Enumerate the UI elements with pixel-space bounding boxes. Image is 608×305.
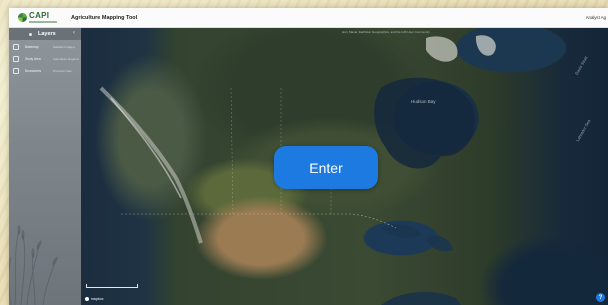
- layer-name: Boundaries: [25, 69, 42, 73]
- layer-name: Basemap: [25, 45, 39, 49]
- wheat-grass-decoration: [9, 225, 58, 305]
- map-scale-bar: [86, 284, 138, 288]
- layers-title: Layers: [38, 31, 56, 37]
- app-window: CAPI Agriculture Mapping Tool Analyst Ag…: [9, 8, 608, 305]
- top-bar: CAPI Agriculture Mapping Tool Analyst Ag: [9, 8, 608, 28]
- mapbox-logo-text: mapbox: [91, 297, 104, 301]
- user-name[interactable]: Analyst Ag: [586, 15, 606, 20]
- map-attribution: Esri, Maxar, Earthstar Geographics, and …: [342, 30, 430, 34]
- layers-panel-header: Layers ‹: [9, 28, 81, 40]
- layer-source: Satellite Imagery: [53, 45, 76, 49]
- logo-text: CAPI: [29, 11, 50, 20]
- layer-item-basemap[interactable]: Basemap Satellite Imagery: [9, 42, 81, 52]
- capi-logo[interactable]: CAPI: [18, 8, 57, 27]
- enter-button[interactable]: Enter: [274, 146, 378, 189]
- app-title: Agriculture Mapping Tool: [71, 14, 138, 21]
- satellite-map[interactable]: Esri, Maxar, Earthstar Geographics, and …: [81, 28, 608, 305]
- layer-item-study-area[interactable]: Study Area Agriculture Regions: [9, 54, 81, 64]
- layer-checkbox-icon[interactable]: [13, 56, 19, 62]
- layer-checkbox-icon[interactable]: [13, 68, 19, 74]
- hudson-bay-label: Hudson Bay: [411, 99, 436, 104]
- layer-checkbox-icon[interactable]: [13, 44, 19, 50]
- layers-icon: [29, 32, 32, 36]
- help-button[interactable]: ?: [596, 293, 605, 302]
- capi-logo-icon: [18, 13, 27, 22]
- mapbox-logo-icon: [85, 297, 89, 301]
- collapse-icon[interactable]: ‹: [73, 30, 75, 36]
- logo-tagline-line: [29, 21, 57, 23]
- layer-item-boundaries[interactable]: Boundaries Province lines: [9, 66, 81, 76]
- layer-source: Province lines: [53, 69, 72, 73]
- layer-source: Agriculture Regions: [53, 57, 80, 61]
- mapbox-logo[interactable]: mapbox: [85, 297, 103, 301]
- layers-sidebar: Layers ‹ Basemap Satellite Imagery Study…: [9, 28, 81, 305]
- layer-name: Study Area: [25, 57, 41, 61]
